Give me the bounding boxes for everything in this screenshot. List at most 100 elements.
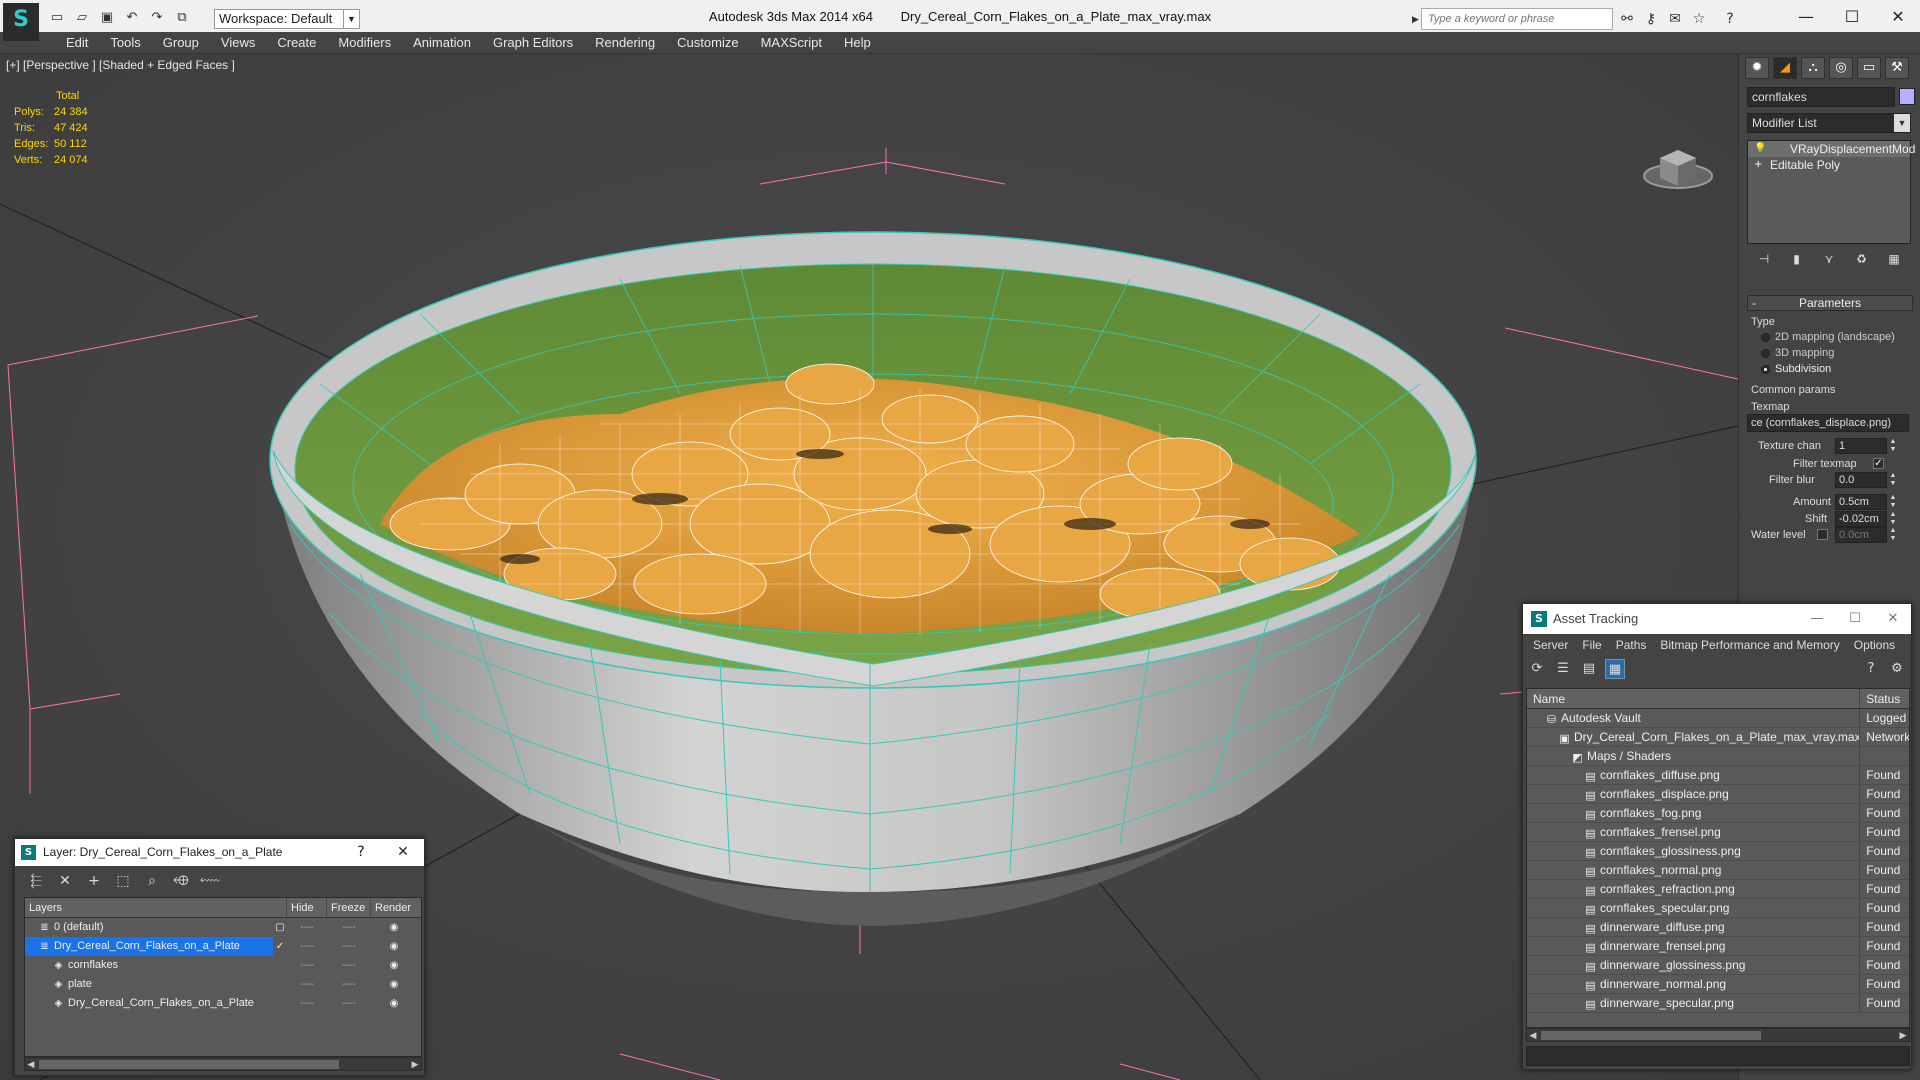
favorites-star-icon[interactable]: ☆ bbox=[1689, 9, 1709, 29]
maximize-button[interactable]: ☐ bbox=[1831, 4, 1873, 30]
delete-layer-icon[interactable]: ✕ bbox=[54, 871, 76, 891]
freeze-toggle[interactable]: ---- bbox=[327, 994, 371, 1013]
render-teapot-icon[interactable]: ◉ bbox=[371, 975, 417, 994]
freeze-toggle[interactable]: ---- bbox=[327, 918, 371, 937]
open-file-icon[interactable]: ▱ bbox=[71, 9, 93, 27]
layer-row[interactable]: ◈ Dry_Cereal_Corn_Flakes_on_a_Plate ---- --… bbox=[25, 994, 421, 1013]
radio-2d-mapping[interactable] bbox=[1761, 333, 1770, 342]
asset-row[interactable]: ▤ dinnerware_frensel.png Found bbox=[1527, 937, 1909, 956]
list-view-icon[interactable]: ☰ bbox=[1553, 659, 1573, 679]
hide-toggle[interactable]: ---- bbox=[287, 994, 327, 1013]
asset-row[interactable]: ▤ cornflakes_glossiness.png Found bbox=[1527, 842, 1909, 861]
filter-texmap-checkbox[interactable]: ✓ bbox=[1873, 458, 1884, 469]
water-level-checkbox[interactable] bbox=[1817, 529, 1828, 540]
search-input[interactable] bbox=[1421, 8, 1613, 30]
remove-modifier-icon[interactable]: ♻ bbox=[1853, 250, 1871, 268]
asset-horizontal-scrollbar[interactable]: ◀ ▶ bbox=[1526, 1028, 1910, 1042]
asset-row[interactable]: ▤ cornflakes_refraction.png Found bbox=[1527, 880, 1909, 899]
binoculars-icon[interactable]: ⚯ bbox=[1617, 9, 1637, 29]
freeze-toggle[interactable]: ---- bbox=[327, 975, 371, 994]
stack-item-editable-poly[interactable]: + Editable Poly bbox=[1748, 157, 1910, 173]
key-icon[interactable]: ⚷ bbox=[1641, 9, 1661, 29]
utilities-tab-icon[interactable]: ⚒ bbox=[1885, 57, 1909, 79]
menu-create[interactable]: Create bbox=[266, 32, 327, 54]
layer-status-icon[interactable] bbox=[273, 994, 287, 1013]
freeze-toggle[interactable]: ---- bbox=[327, 956, 371, 975]
layer-row[interactable]: ◈ plate ---- ---- ◉ bbox=[25, 975, 421, 994]
maximize-button[interactable]: ☐ bbox=[1837, 604, 1873, 634]
hide-all-layers-icon[interactable]: ⬲ bbox=[170, 871, 192, 891]
texmap-button[interactable]: ce (cornflakes_displace.png) bbox=[1747, 414, 1909, 432]
configure-modifier-sets-icon[interactable]: ▦ bbox=[1885, 250, 1903, 268]
scroll-left-icon[interactable]: ◀ bbox=[1527, 1029, 1539, 1041]
project-folder-icon[interactable]: ⧉ bbox=[171, 9, 193, 27]
parameters-rollout-header[interactable]: - Parameters bbox=[1747, 295, 1913, 311]
layer-horizontal-scrollbar[interactable]: ◀ ▶ bbox=[24, 1057, 422, 1071]
scroll-right-icon[interactable]: ▶ bbox=[1897, 1029, 1909, 1041]
motion-tab-icon[interactable]: ◎ bbox=[1829, 57, 1853, 79]
shift-spinner[interactable]: ▲ ▼ bbox=[1889, 511, 1897, 527]
radio-3d-mapping[interactable] bbox=[1761, 349, 1770, 358]
asset-row[interactable]: ⛁ Autodesk Vault Logged bbox=[1527, 709, 1909, 728]
asset-row[interactable]: ◩ Maps / Shaders bbox=[1527, 747, 1909, 766]
texture-chan-input[interactable]: 1 bbox=[1835, 438, 1887, 454]
asset-row[interactable]: ▤ dinnerware_specular.png Found bbox=[1527, 994, 1909, 1013]
minimize-button[interactable]: — bbox=[1799, 604, 1835, 634]
asset-row[interactable]: ▤ dinnerware_normal.png Found bbox=[1527, 975, 1909, 994]
asset-row[interactable]: ▤ dinnerware_diffuse.png Found bbox=[1527, 918, 1909, 937]
render-teapot-icon[interactable]: ◉ bbox=[371, 918, 417, 937]
layer-status-icon[interactable]: ▢ bbox=[273, 918, 287, 937]
menu-maxscript[interactable]: MAXScript bbox=[750, 32, 833, 54]
asset-row[interactable]: ▣ Dry_Cereal_Corn_Flakes_on_a_Plate_max_v… bbox=[1527, 728, 1909, 747]
column-header-freeze[interactable]: Freeze bbox=[327, 898, 371, 917]
water-level-input[interactable]: 0.0cm bbox=[1835, 527, 1887, 543]
pin-stack-icon[interactable]: ⊣ bbox=[1755, 250, 1773, 268]
layer-row[interactable]: ≣ Dry_Cereal_Corn_Flakes_on_a_Plate ✓ ---- -… bbox=[25, 937, 421, 956]
asset-row[interactable]: ▤ cornflakes_normal.png Found bbox=[1527, 861, 1909, 880]
select-objects-icon[interactable]: ⬚ bbox=[112, 871, 134, 891]
expand-plus-icon[interactable]: + bbox=[1754, 159, 1764, 171]
render-teapot-icon[interactable]: ◉ bbox=[371, 956, 417, 975]
create-layer-icon[interactable]: ⬱ bbox=[25, 871, 47, 891]
column-header-hide[interactable]: Hide bbox=[287, 898, 327, 917]
help-icon[interactable]: ? bbox=[1720, 9, 1740, 29]
menu-customize[interactable]: Customize bbox=[666, 32, 749, 54]
filter-blur-spinner[interactable]: ▲ ▼ bbox=[1889, 472, 1897, 488]
refresh-icon[interactable]: ⟳ bbox=[1527, 659, 1547, 679]
create-tab-icon[interactable]: ✹ bbox=[1745, 57, 1769, 79]
radio-subdivision[interactable] bbox=[1761, 365, 1770, 374]
highlight-layer-icon[interactable]: ⌕ bbox=[141, 871, 163, 891]
asset-row[interactable]: ▤ cornflakes_diffuse.png Found bbox=[1527, 766, 1909, 785]
communication-icon[interactable]: ✉ bbox=[1665, 9, 1685, 29]
scroll-thumb[interactable] bbox=[39, 1060, 339, 1069]
menu-modifiers[interactable]: Modifiers bbox=[327, 32, 402, 54]
scroll-right-icon[interactable]: ▶ bbox=[409, 1058, 421, 1070]
asset-row[interactable]: ▤ cornflakes_specular.png Found bbox=[1527, 899, 1909, 918]
asset-tracking-titlebar[interactable]: S Asset Tracking — ☐ ✕ bbox=[1523, 604, 1911, 634]
freeze-all-layers-icon[interactable]: ⬳ bbox=[199, 871, 221, 891]
column-header-status[interactable]: Status bbox=[1859, 689, 1909, 708]
layer-status-icon[interactable] bbox=[273, 975, 287, 994]
menu-tools[interactable]: Tools bbox=[99, 32, 151, 54]
menu-edit[interactable]: Edit bbox=[55, 32, 99, 54]
menu-server[interactable]: Server bbox=[1529, 634, 1572, 656]
amount-spinner[interactable]: ▲ ▼ bbox=[1889, 494, 1897, 510]
current-layer-check-icon[interactable]: ✓ bbox=[273, 937, 287, 956]
object-name-field[interactable]: cornflakes bbox=[1747, 87, 1895, 107]
modifier-list-dropdown[interactable]: Modifier List ▼ bbox=[1747, 113, 1911, 133]
modify-tab-icon[interactable]: ◢ bbox=[1773, 57, 1797, 79]
asset-path-field[interactable] bbox=[1526, 1046, 1910, 1066]
filter-blur-input[interactable]: 0.0 bbox=[1835, 472, 1887, 488]
minimize-button[interactable]: — bbox=[1785, 4, 1827, 30]
close-button[interactable]: ✕ bbox=[1877, 4, 1919, 30]
hide-toggle[interactable]: ---- bbox=[287, 975, 327, 994]
render-teapot-icon[interactable]: ◉ bbox=[371, 937, 417, 956]
menu-paths[interactable]: Paths bbox=[1612, 634, 1651, 656]
water-level-spinner[interactable]: ▲ ▼ bbox=[1889, 527, 1897, 543]
hide-toggle[interactable]: ---- bbox=[287, 956, 327, 975]
amount-input[interactable]: 0.5cm bbox=[1835, 494, 1887, 510]
thumbnail-view-icon[interactable]: ▤ bbox=[1579, 659, 1599, 679]
object-color-swatch[interactable] bbox=[1899, 88, 1915, 105]
menu-file[interactable]: File bbox=[1578, 634, 1605, 656]
help-button[interactable]: ? bbox=[346, 839, 376, 866]
